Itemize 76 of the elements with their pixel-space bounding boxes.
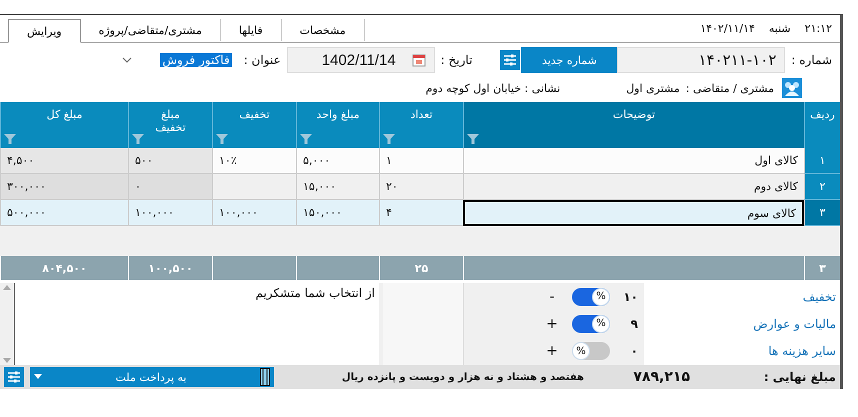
column-header[interactable]: تخفیف	[212, 102, 296, 148]
total-cell: ۳	[804, 256, 840, 280]
number-label: شماره :	[791, 53, 832, 67]
final-amount: ۷۸۹,۲۱۵	[632, 369, 690, 385]
final-amount-label: مبلغ نهایی :	[762, 370, 836, 384]
filter-icon[interactable]	[132, 134, 144, 144]
column-header[interactable]: توضیحات	[463, 102, 804, 148]
scrollbar[interactable]	[0, 283, 15, 365]
card-icon	[260, 368, 270, 386]
payment-dropdown[interactable]: به پرداخت ملت	[30, 367, 274, 387]
current-date: ۱۴۰۲/۱۱/۱۴	[700, 22, 755, 35]
date-field[interactable]: 1402/11/14	[286, 47, 435, 73]
column-header[interactable]: مبلغ واحد	[296, 102, 379, 148]
tab[interactable]: ویرایش	[8, 19, 81, 43]
table-cell: ۱	[804, 148, 840, 174]
table-cell: ۱	[379, 148, 463, 174]
sign-label[interactable]: +	[546, 343, 558, 360]
calendar-icon[interactable]	[412, 53, 426, 67]
date-label: تاریخ :	[440, 53, 472, 67]
table-cell: ۳۰۰,۰۰۰	[0, 174, 128, 200]
amount-in-words: هفتصد و هشتاد و نه هزار و دویست و پانزده ریال	[342, 372, 584, 382]
adjustment-link[interactable]: سایر هزینه ها	[648, 344, 836, 358]
title-dropdown[interactable]: فاکتور فروش	[122, 49, 232, 71]
filter-icon[interactable]	[4, 134, 16, 144]
address-text: نشانی : خیابان اول کوچه دوم	[426, 82, 560, 94]
table-cell: ۱۵۰,۰۰۰	[296, 200, 379, 226]
filter-icon[interactable]	[467, 134, 479, 144]
adjustment-value: ۱۰	[622, 290, 638, 304]
clock-time: ۲۱:۱۲	[804, 22, 832, 35]
column-header[interactable]: مبلغ کل	[0, 102, 128, 148]
chevron-icon[interactable]	[122, 57, 132, 63]
table-cell: ۲۰	[379, 174, 463, 200]
table-cell: ۵۰۰	[128, 148, 212, 174]
table-cell: ۴,۵۰۰	[0, 148, 128, 174]
filter-icon[interactable]	[383, 134, 395, 144]
table-cell: ۰	[128, 174, 212, 200]
number-field[interactable]: ۱۴۰۲۱۱-۱۰۲	[617, 47, 786, 73]
settings-icon[interactable]	[500, 49, 520, 71]
adjustment-value: ۰	[630, 344, 638, 358]
table-cell: ۵,۰۰۰	[296, 148, 379, 174]
total-cell: ۱۰۰,۵۰۰	[128, 256, 212, 280]
column-header[interactable]: مبلغ تخفیف	[128, 102, 212, 148]
filter-icon[interactable]	[216, 134, 228, 144]
table-cell: ۱۰۰,۰۰۰	[128, 200, 212, 226]
table-cell: ۱۰٪	[212, 148, 296, 174]
column-header[interactable]: تعداد	[379, 102, 463, 148]
customer-label: مشتری / متقاضی :	[686, 82, 774, 94]
total-cell: ۲۵	[379, 256, 463, 280]
table-cell: ۵۰۰,۰۰۰	[0, 200, 128, 226]
filter-icon[interactable]	[300, 134, 312, 144]
adjustment-link[interactable]: تخفیف	[648, 290, 836, 304]
settings-icon[interactable]	[4, 367, 24, 387]
percent-toggle[interactable]: %	[572, 288, 610, 306]
sign-label[interactable]: +	[546, 316, 558, 332]
note-field[interactable]: از انتخاب شما متشکریم	[15, 283, 379, 365]
percent-toggle[interactable]: %	[572, 314, 610, 333]
customer-name: مشتری اول	[626, 82, 680, 94]
table-cell: ۲	[804, 174, 840, 200]
table-cell: ۱۰۰,۰۰۰	[212, 200, 296, 226]
sign-label[interactable]: -	[546, 288, 558, 305]
title-label: عنوان :	[244, 53, 281, 67]
table-cell: کالای دوم	[463, 174, 804, 200]
new-number-button[interactable]: شماره جدید	[521, 47, 618, 73]
adjustment-value: ۹	[630, 316, 638, 331]
weekday: شنبه	[768, 22, 791, 35]
column-header[interactable]: ردیف	[804, 102, 840, 148]
total-cell: ۸۰۴,۵۰۰	[0, 256, 128, 280]
table-cell: ۱۵,۰۰۰	[296, 174, 379, 200]
percent-toggle[interactable]: %	[572, 342, 610, 360]
adjustment-link[interactable]: مالیات و عوارض	[648, 316, 836, 331]
customer-icon[interactable]	[782, 78, 802, 98]
table-cell: کالای اول	[463, 148, 804, 174]
table-cell: کالای سوم	[463, 200, 804, 226]
table-cell: ۳	[804, 200, 840, 226]
table-cell: ۴	[379, 200, 463, 226]
caret-icon[interactable]	[34, 374, 42, 380]
